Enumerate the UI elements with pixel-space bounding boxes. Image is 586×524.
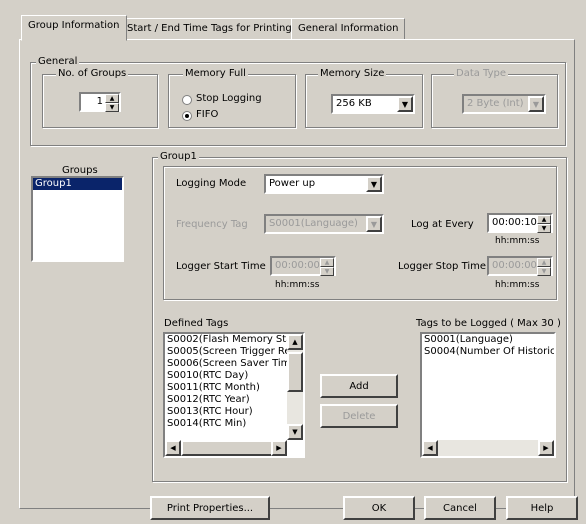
chevron-down-icon[interactable]: ▼ bbox=[397, 96, 413, 112]
tab-group-information[interactable]: Group Information bbox=[21, 15, 127, 41]
chevron-down-icon: ▼ bbox=[366, 216, 382, 232]
scroll-right-icon[interactable]: ▶ bbox=[538, 440, 554, 456]
list-item[interactable]: S0005(Screen Trigger Re bbox=[165, 346, 287, 358]
tab-general-information[interactable]: General Information bbox=[291, 18, 406, 40]
groups-title: Groups bbox=[62, 165, 98, 176]
spin-up-icon: ▲ bbox=[537, 258, 551, 267]
chevron-down-icon: ▼ bbox=[528, 96, 544, 112]
scroll-up-icon[interactable]: ▲ bbox=[287, 334, 303, 350]
list-item[interactable]: S0006(Screen Saver Tim bbox=[165, 358, 287, 370]
log-at-every-hint: hh:mm:ss bbox=[495, 236, 540, 246]
logged-tags-items: S0001(Language)S0004(Number Of Historica… bbox=[422, 334, 554, 440]
num-groups-stepper[interactable]: 1 ▲ ▼ bbox=[79, 92, 121, 112]
ok-button[interactable]: OK bbox=[343, 496, 415, 520]
spin-up-icon[interactable]: ▲ bbox=[105, 94, 119, 103]
log-at-every-spin[interactable]: ▲ ▼ bbox=[537, 215, 551, 233]
defined-tags-list[interactable]: S0002(Flash Memory Sta S0005(Screen Trigg… bbox=[163, 332, 305, 458]
logged-tags-label: Tags to be Logged ( Max 30 ) bbox=[416, 318, 561, 329]
defined-tags-label: Defined Tags bbox=[164, 318, 229, 329]
memory-full-label: Memory Full bbox=[183, 68, 248, 79]
fifo-label: FIFO bbox=[196, 109, 219, 120]
logger-stop-spin: ▲ ▼ bbox=[537, 258, 551, 276]
scroll-thumb[interactable] bbox=[287, 352, 303, 392]
cancel-button[interactable]: Cancel bbox=[424, 496, 496, 520]
frequency-tag-select: S0001(Language) ▼ bbox=[264, 214, 384, 234]
delete-button: Delete bbox=[320, 404, 398, 428]
logger-start-label: Logger Start Time bbox=[176, 261, 266, 272]
defined-tags-items: S0002(Flash Memory Sta S0005(Screen Trigg… bbox=[165, 334, 287, 440]
spin-down-icon[interactable]: ▼ bbox=[537, 224, 551, 233]
logger-start-hint: hh:mm:ss bbox=[275, 280, 320, 290]
list-item[interactable]: S0012(RTC Year) bbox=[165, 394, 287, 406]
logging-mode-label: Logging Mode bbox=[176, 178, 247, 189]
list-item[interactable]: S0001(Language) bbox=[422, 334, 554, 346]
frequency-tag-label: Frequency Tag bbox=[176, 219, 248, 230]
scroll-thumb[interactable] bbox=[181, 440, 277, 456]
spin-down-icon: ▼ bbox=[320, 267, 334, 276]
list-item[interactable]: S0002(Flash Memory Sta bbox=[165, 334, 287, 346]
log-at-every-label: Log at Every bbox=[411, 219, 474, 230]
num-groups-spin[interactable]: ▲ ▼ bbox=[105, 94, 119, 112]
data-type-value: 2 Byte (Int) bbox=[467, 98, 524, 109]
horizontal-scrollbar[interactable]: ◀ ▶ bbox=[165, 440, 287, 456]
vertical-scrollbar[interactable]: ▲ ▼ bbox=[287, 334, 303, 440]
logger-stop-label: Logger Stop Time bbox=[398, 261, 487, 272]
list-item[interactable]: S0014(RTC Min) bbox=[165, 418, 287, 430]
logger-stop-hint: hh:mm:ss bbox=[495, 280, 540, 290]
spin-up-icon: ▲ bbox=[320, 258, 334, 267]
logger-start-value: 00:00:00 bbox=[275, 260, 320, 271]
help-button[interactable]: Help bbox=[506, 496, 578, 520]
logging-mode-select[interactable]: Power up ▼ bbox=[264, 174, 384, 194]
memory-size-select[interactable]: 256 KB ▼ bbox=[331, 94, 415, 114]
group1-title: Group1 bbox=[158, 151, 199, 162]
list-item[interactable]: S0010(RTC Day) bbox=[165, 370, 287, 382]
add-button[interactable]: Add bbox=[320, 374, 398, 398]
logger-stop-value: 00:00:00 bbox=[492, 260, 537, 271]
stop-logging-radio[interactable] bbox=[182, 95, 192, 105]
spin-down-icon: ▼ bbox=[537, 267, 551, 276]
print-properties-button[interactable]: Print Properties... bbox=[150, 496, 270, 520]
memory-size-label: Memory Size bbox=[318, 68, 387, 79]
scroll-down-icon[interactable]: ▼ bbox=[287, 424, 303, 440]
list-item[interactable]: Group1 bbox=[33, 178, 122, 190]
log-at-every-value: 00:00:10 bbox=[492, 217, 537, 228]
list-item[interactable]: S0004(Number Of Historical A bbox=[422, 346, 554, 358]
spin-up-icon[interactable]: ▲ bbox=[537, 215, 551, 224]
chevron-down-icon[interactable]: ▼ bbox=[366, 176, 382, 192]
groups-list[interactable]: Group1 bbox=[31, 176, 124, 262]
scroll-left-icon[interactable]: ◀ bbox=[422, 440, 438, 456]
spin-down-icon[interactable]: ▼ bbox=[105, 103, 119, 112]
num-groups-value: 1 bbox=[96, 96, 103, 107]
logger-stop-field: 00:00:00 ▲ ▼ bbox=[487, 256, 553, 276]
tab-start-end-time-tags[interactable]: Start / End Time Tags for Printing bbox=[120, 18, 299, 40]
horizontal-scrollbar[interactable]: ◀ ▶ bbox=[422, 440, 554, 456]
data-type-label: Data Type bbox=[454, 68, 509, 79]
list-item[interactable]: S0013(RTC Hour) bbox=[165, 406, 287, 418]
scroll-right-icon[interactable]: ▶ bbox=[271, 440, 287, 456]
stop-logging-label: Stop Logging bbox=[196, 93, 262, 104]
num-groups-label: No. of Groups bbox=[56, 68, 129, 79]
memory-size-value: 256 KB bbox=[336, 98, 372, 109]
log-at-every-field[interactable]: 00:00:10 ▲ ▼ bbox=[487, 213, 553, 233]
general-title: General bbox=[36, 56, 80, 67]
frequency-tag-value: S0001(Language) bbox=[269, 218, 358, 229]
data-type-select: 2 Byte (Int) ▼ bbox=[462, 94, 546, 114]
list-item[interactable]: S0011(RTC Month) bbox=[165, 382, 287, 394]
logged-tags-list[interactable]: S0001(Language)S0004(Number Of Historica… bbox=[420, 332, 556, 458]
logger-start-field: 00:00:00 ▲ ▼ bbox=[270, 256, 336, 276]
scroll-left-icon[interactable]: ◀ bbox=[165, 440, 181, 456]
fifo-radio[interactable] bbox=[182, 111, 192, 121]
logger-start-spin: ▲ ▼ bbox=[320, 258, 334, 276]
logging-mode-value: Power up bbox=[269, 178, 316, 189]
